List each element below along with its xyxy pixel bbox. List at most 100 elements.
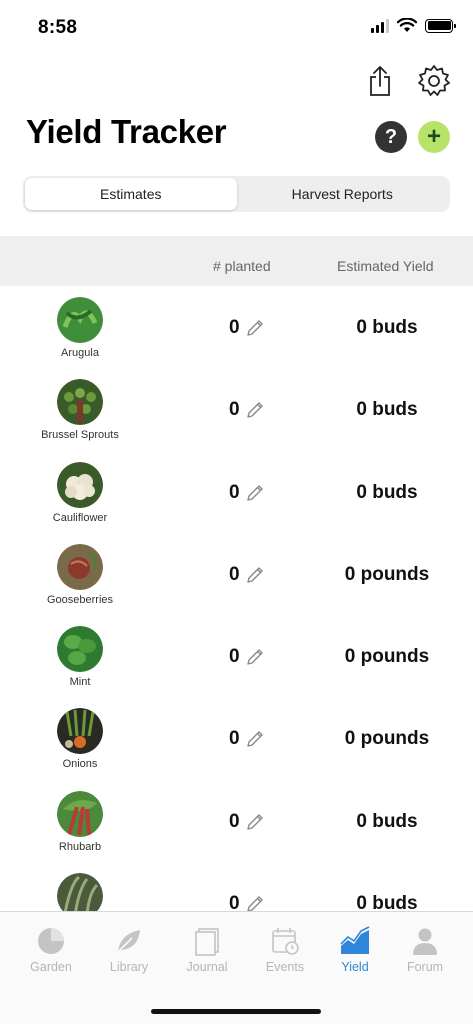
plant-photo	[57, 543, 103, 590]
share-icon	[370, 66, 390, 96]
estimated-yield: 0 buds	[356, 481, 418, 503]
plant-photo	[57, 790, 103, 837]
plant-list: Arugula 0 0 buds Brussel Sprouts 0 0 bud…	[0, 286, 473, 912]
plant-row[interactable]: Arugula 0 0 buds	[0, 286, 473, 368]
pencil-icon[interactable]	[245, 729, 265, 749]
home-indicator	[151, 1009, 321, 1014]
tab-label: Forum	[406, 960, 444, 974]
plant-photo	[57, 297, 103, 343]
planted-value: 0	[229, 399, 240, 421]
pencil-icon[interactable]	[245, 483, 265, 503]
table-header: # planted Estimated Yield	[0, 236, 473, 286]
plant-cell: Mint	[0, 626, 160, 688]
plant-photo	[57, 873, 103, 912]
tab-label: Events	[265, 960, 305, 974]
tab-events[interactable]: Events	[246, 926, 324, 974]
pie-chart-icon	[38, 928, 64, 954]
plant-row[interactable]: Mint 0 0 pounds	[0, 615, 473, 697]
plant-cell: Brussel Sprouts	[0, 379, 160, 441]
column-header-planted: # planted	[213, 258, 271, 274]
plant-row[interactable]: Onions 0 0 pounds	[0, 697, 473, 779]
battery-icon	[425, 18, 456, 33]
segment-harvest-reports[interactable]: Harvest Reports	[237, 178, 449, 210]
plant-row[interactable]: Cauliflower 0 0 buds	[0, 451, 473, 533]
calendar-clock-icon	[272, 928, 299, 955]
planted-value: 0	[229, 563, 240, 585]
pencil-icon[interactable]	[245, 318, 265, 338]
planted-count[interactable]: 0	[229, 564, 265, 586]
column-header-yield: Estimated Yield	[337, 258, 434, 274]
tab-label: Yield	[341, 960, 369, 974]
planted-value: 0	[229, 646, 240, 668]
tab-library[interactable]: Library	[90, 926, 168, 974]
planted-count[interactable]: 0	[229, 399, 265, 421]
plant-name: Mint	[69, 676, 91, 689]
plant-cell: Rhubarb	[0, 790, 160, 853]
signal-icon	[371, 18, 389, 33]
planted-value: 0	[229, 810, 240, 832]
person-icon	[413, 928, 437, 955]
status-bar: 8:58	[0, 0, 473, 56]
planted-count[interactable]: 0	[229, 811, 265, 833]
plant-cell: Onions	[0, 708, 160, 770]
estimated-yield: 0 buds	[356, 893, 418, 912]
wifi-icon	[397, 18, 417, 32]
page-title: Yield Tracker	[26, 113, 227, 150]
status-icons	[371, 18, 456, 33]
segmented-control: Estimates Harvest Reports	[23, 176, 450, 212]
pencil-icon[interactable]	[245, 400, 265, 420]
estimated-yield: 0 buds	[356, 317, 418, 338]
plant-photo	[57, 461, 103, 508]
pencil-icon[interactable]	[245, 812, 265, 832]
plant-photo	[57, 708, 103, 755]
estimated-yield: 0 pounds	[344, 728, 430, 750]
planted-value: 0	[229, 317, 240, 338]
planted-value: 0	[229, 728, 240, 750]
planted-count[interactable]: 0	[229, 646, 265, 668]
plant-row[interactable]: Rhubarb 0 0 buds	[0, 780, 473, 862]
tab-label: Library	[109, 960, 149, 974]
settings-button[interactable]	[417, 64, 451, 98]
help-button[interactable]: ?	[375, 121, 407, 153]
plant-name: Onions	[62, 758, 98, 771]
add-button[interactable]: +	[418, 121, 450, 153]
planted-count[interactable]: 0	[229, 728, 265, 750]
leaf-icon	[117, 930, 140, 953]
status-time: 8:58	[38, 17, 78, 38]
yield-chart-icon	[340, 926, 370, 954]
plant-row[interactable]: 0 0 buds	[0, 862, 473, 912]
plant-name: Arugula	[61, 347, 99, 359]
planted-value: 0	[229, 893, 240, 912]
plant-row[interactable]: Brussel Sprouts 0 0 buds	[0, 368, 473, 450]
planted-count[interactable]: 0	[229, 893, 265, 912]
plant-cell	[0, 873, 160, 912]
plant-name: Gooseberries	[46, 593, 114, 606]
plant-row[interactable]: Gooseberries 0 0 pounds	[0, 533, 473, 615]
tab-label: Garden	[30, 960, 72, 974]
tab-garden[interactable]: Garden	[12, 926, 90, 974]
estimated-yield: 0 buds	[356, 399, 418, 421]
segment-estimates[interactable]: Estimates	[25, 178, 237, 210]
share-button[interactable]	[363, 64, 397, 98]
plant-photo	[57, 379, 103, 426]
tab-yield[interactable]: Yield	[316, 926, 394, 974]
plant-photo	[57, 626, 103, 673]
planted-value: 0	[229, 481, 240, 503]
tab-forum[interactable]: Forum	[386, 926, 464, 974]
planted-count[interactable]: 0	[229, 482, 265, 504]
gear-icon	[418, 65, 450, 96]
tab-journal[interactable]: Journal	[168, 926, 246, 974]
plant-cell: Arugula	[0, 297, 160, 359]
tab-label: Journal	[186, 960, 228, 974]
plant-cell: Cauliflower	[0, 461, 160, 524]
pencil-icon[interactable]	[245, 565, 265, 585]
top-actions	[363, 64, 451, 98]
estimated-yield: 0 pounds	[344, 646, 430, 668]
pencil-icon[interactable]	[245, 894, 265, 912]
pencil-icon[interactable]	[245, 647, 265, 667]
estimated-yield: 0 buds	[356, 810, 418, 832]
tab-bar: Garden Library Journal Events Yield Foru…	[0, 911, 473, 1024]
journal-icon	[195, 928, 219, 956]
plant-cell: Gooseberries	[0, 543, 160, 606]
planted-count[interactable]: 0	[229, 317, 265, 339]
